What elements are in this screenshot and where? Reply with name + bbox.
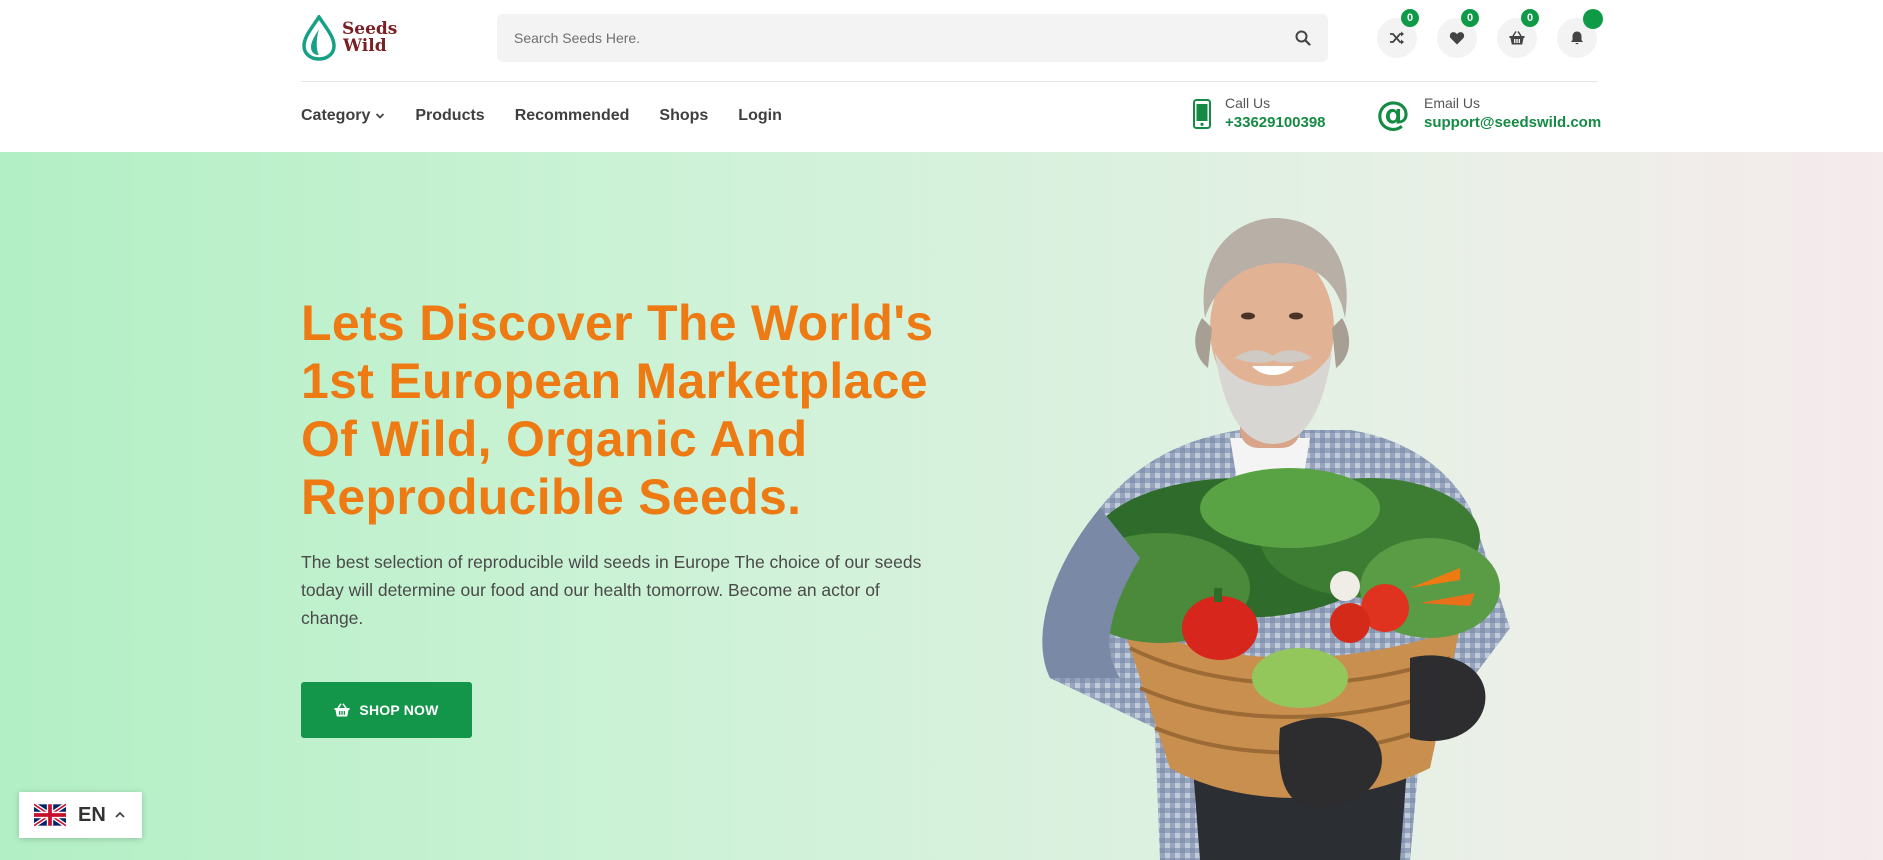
nav-item-label: Login (738, 107, 782, 124)
wishlist-count-badge: 0 (1461, 9, 1479, 27)
hero-banner: Lets Discover The World's 1st European M… (0, 152, 1883, 860)
farmer-with-vegetables-image (1042, 218, 1510, 860)
nav-item-shops[interactable]: Shops (659, 107, 708, 125)
brand-name: Seeds Wild (342, 21, 397, 55)
language-switcher[interactable]: EN (19, 792, 142, 838)
shop-now-button[interactable]: SHOP NOW (301, 682, 472, 738)
main-nav: Category Products Recommended Shops Logi… (301, 104, 812, 128)
chevron-up-icon (115, 811, 125, 818)
seed-drop-icon (302, 15, 336, 61)
search-button[interactable] (1278, 14, 1328, 62)
shop-now-label: SHOP NOW (359, 702, 439, 718)
brand-name-line2: Wild (343, 36, 387, 56)
basket-icon (334, 703, 350, 717)
email-us-block[interactable]: @ Email Us support@seedswild.com (1376, 94, 1601, 134)
compare-button[interactable]: 0 (1377, 9, 1419, 58)
heart-icon (1449, 32, 1465, 45)
brand-logo[interactable]: Seeds Wild (301, 14, 411, 62)
compare-count-badge: 0 (1401, 9, 1419, 27)
call-us-block[interactable]: Call Us +33629100398 (1193, 94, 1326, 134)
hero-description: The best selection of reproducible wild … (301, 552, 922, 628)
nav-item-label: Category (301, 107, 371, 124)
shuffle-icon (1390, 31, 1404, 45)
nav-item-recommended[interactable]: Recommended (515, 107, 630, 125)
phone-number[interactable]: +33629100398 (1225, 112, 1326, 134)
language-code: EN (78, 803, 106, 826)
search-bar (497, 14, 1328, 62)
hero-title: Lets Discover The World's 1st European M… (301, 295, 934, 525)
email-us-label: Email Us (1424, 95, 1481, 111)
nav-item-label: Products (415, 107, 485, 124)
cart-count-badge: 0 (1521, 9, 1539, 27)
search-input[interactable] (497, 14, 1278, 62)
notification-dot (1583, 9, 1603, 29)
chevron-down-icon (376, 113, 385, 119)
cart-button[interactable]: 0 (1497, 9, 1539, 58)
bell-icon (1571, 31, 1583, 45)
nav-item-login[interactable]: Login (738, 107, 782, 125)
nav-item-category[interactable]: Category (301, 107, 385, 125)
email-address[interactable]: support@seedswild.com (1424, 112, 1601, 134)
basket-icon (1509, 31, 1525, 45)
header-divider (301, 81, 1598, 82)
nav-item-label: Recommended (514, 107, 630, 124)
phone-icon (1193, 99, 1211, 129)
at-icon: @ (1376, 94, 1410, 134)
notifications-button[interactable] (1557, 9, 1603, 58)
call-us-label: Call Us (1225, 95, 1271, 111)
search-icon (1295, 30, 1311, 46)
uk-flag-icon (34, 802, 66, 828)
site-header: Seeds Wild 0 0 (0, 0, 1883, 152)
nav-item-products[interactable]: Products (415, 107, 484, 125)
wishlist-button[interactable]: 0 (1437, 9, 1479, 58)
nav-item-label: Shops (659, 107, 709, 124)
